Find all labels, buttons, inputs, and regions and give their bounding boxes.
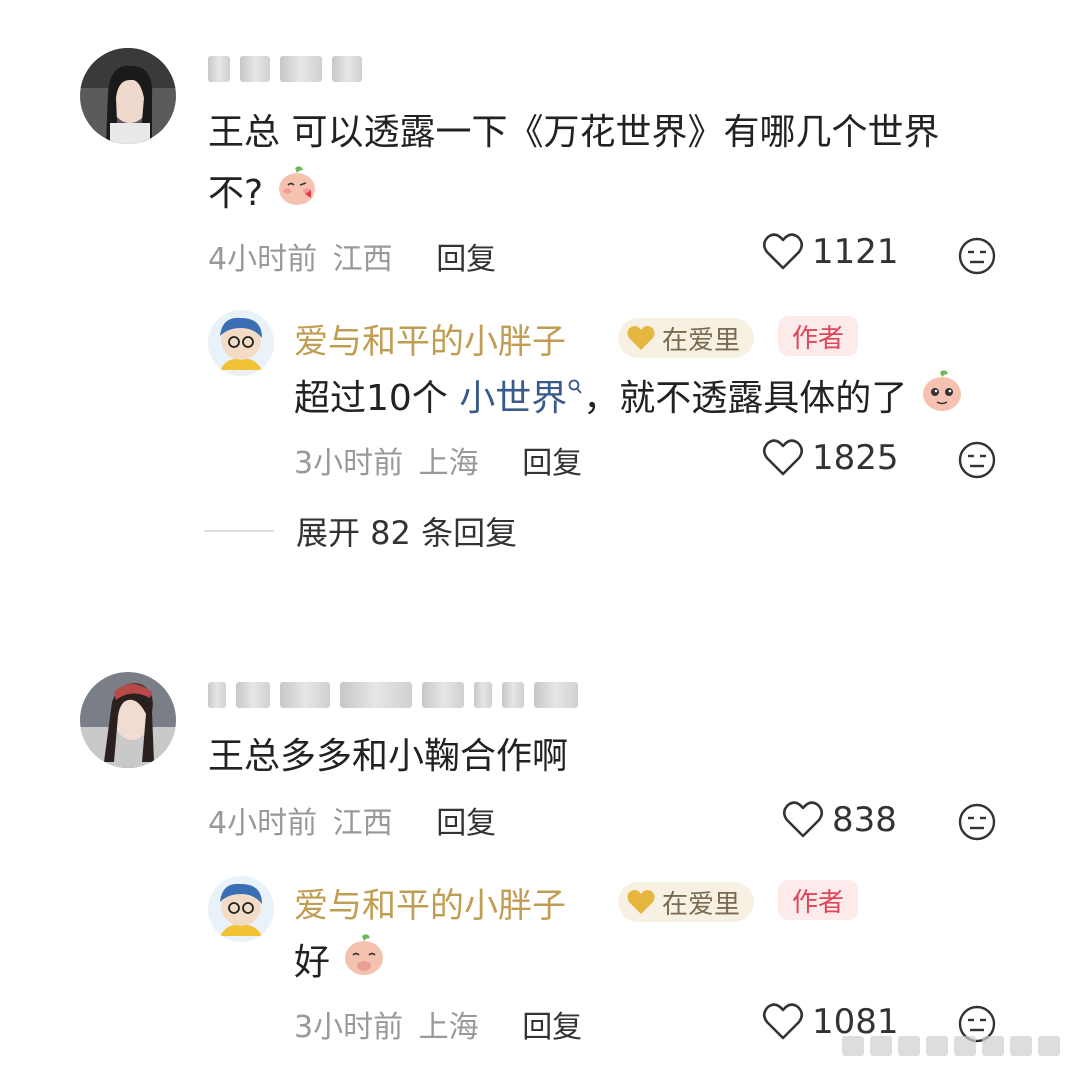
like-count: 838	[832, 800, 897, 840]
reply-button[interactable]: 回复	[522, 446, 582, 481]
comment-text: 王总多多和小鞠合作啊	[208, 736, 569, 777]
reply-meta: 3小时前 上海 回复	[294, 438, 582, 482]
comment-location: 江西	[332, 242, 393, 277]
gold-heart-icon	[627, 890, 655, 914]
reply-meta: 3小时前 上海 回复	[294, 1002, 582, 1046]
author-avatar[interactable]	[208, 310, 274, 376]
dislike-icon[interactable]	[957, 802, 997, 842]
reply-time: 3小时前	[294, 1010, 404, 1045]
comment-meta: 4小时前 江西 回复	[208, 234, 496, 278]
dislike-icon[interactable]	[957, 236, 997, 276]
comment-time: 4小时前	[208, 806, 318, 841]
comment-text-line2: 不?	[208, 164, 319, 226]
heart-icon	[762, 233, 804, 270]
reply-button[interactable]: 回复	[522, 1010, 582, 1045]
reply-location: 上海	[418, 446, 479, 481]
in-love-badge: 在爱里	[618, 318, 755, 358]
author-badge: 作者	[778, 316, 859, 356]
comment-meta: 4小时前 江西 回复	[208, 798, 496, 842]
dislike-icon[interactable]	[957, 440, 997, 480]
reply-location: 上海	[418, 1010, 479, 1045]
reply-button[interactable]: 回复	[436, 242, 496, 277]
in-love-badge: 在爱里	[618, 882, 755, 922]
author-name[interactable]: 爱与和平的小胖子	[294, 878, 566, 927]
author-name[interactable]: 爱与和平的小胖子	[294, 314, 566, 363]
peach-cover-icon	[341, 932, 387, 996]
watermark	[842, 1036, 1060, 1056]
comment-time: 4小时前	[208, 242, 318, 277]
like-count: 1121	[812, 232, 899, 272]
comment-location: 江西	[332, 806, 393, 841]
reply-text: 超过10个 小世界 ，就不透露具体的了	[294, 368, 965, 432]
like-button[interactable]: 838	[782, 800, 897, 840]
author-avatar[interactable]	[208, 876, 274, 942]
divider	[204, 530, 274, 532]
comment-text: 王总 可以透露一下《万花世界》有哪几个世界	[208, 112, 940, 153]
avatar[interactable]	[80, 48, 176, 144]
search-icon	[568, 379, 582, 394]
reply-time: 3小时前	[294, 446, 404, 481]
heart-icon	[762, 1003, 804, 1040]
like-button[interactable]: 1121	[762, 232, 899, 272]
heart-icon	[782, 801, 824, 838]
username-blurred[interactable]	[208, 56, 362, 82]
peach-shy-icon	[919, 368, 965, 432]
like-button[interactable]: 1825	[762, 438, 899, 478]
gold-heart-icon	[627, 326, 655, 350]
like-count: 1825	[812, 438, 899, 478]
expand-replies-button[interactable]: 展开 82 条回复	[204, 508, 517, 554]
username-blurred[interactable]	[208, 682, 578, 708]
heart-icon	[762, 439, 804, 476]
peach-kiss-icon	[275, 164, 319, 226]
author-badge: 作者	[778, 880, 859, 920]
avatar[interactable]	[80, 672, 176, 768]
reply-text: 好	[294, 932, 387, 996]
topic-link[interactable]: 小世界	[459, 378, 567, 419]
reply-button[interactable]: 回复	[436, 806, 496, 841]
